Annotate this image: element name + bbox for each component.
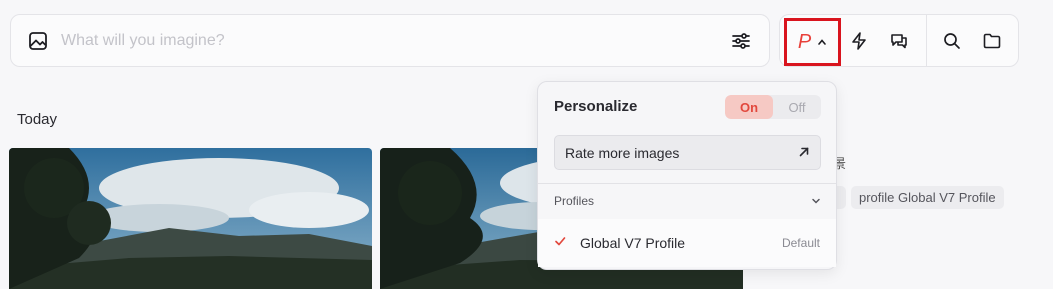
profiles-label: Profiles [554,194,595,208]
chevron-down-icon [811,192,821,210]
chat-bubbles-icon[interactable] [888,30,910,52]
prompt-input[interactable] [61,31,729,50]
prompt-bar [10,14,770,67]
personalize-toggle[interactable]: On Off [725,95,821,119]
divider [538,183,836,184]
section-heading-today: Today [17,111,58,128]
image-thumbnail[interactable] [9,148,372,289]
personalize-title: Personalize [554,98,638,115]
check-icon [554,234,566,252]
arrow-up-right-icon [798,145,810,161]
toolbar-divider [926,15,927,66]
profile-item[interactable]: Global V7 Profile Default [538,219,836,267]
folder-icon[interactable] [981,30,1003,52]
chevron-up-icon [817,33,827,51]
tag-chip[interactable]: profile Global V7 Profile [851,186,1004,209]
sliders-icon[interactable] [729,29,753,53]
toggle-on-option[interactable]: On [725,95,773,119]
profiles-section-header[interactable]: Profiles [554,191,821,211]
personalize-button[interactable]: P [784,18,841,66]
rate-button-label: Rate more images [565,144,680,161]
toggle-off-option[interactable]: Off [773,95,821,119]
personalize-dropdown: Personalize On Off Rate more images Prof… [537,81,837,270]
rate-more-images-button[interactable]: Rate more images [554,135,821,170]
image-icon[interactable] [27,30,49,52]
default-badge: Default [781,236,820,250]
personalize-letter: P [797,30,812,53]
lightning-icon[interactable] [848,30,870,52]
search-icon[interactable] [941,30,963,52]
toolbar: P [779,14,1019,67]
profile-name: Global V7 Profile [580,235,686,251]
